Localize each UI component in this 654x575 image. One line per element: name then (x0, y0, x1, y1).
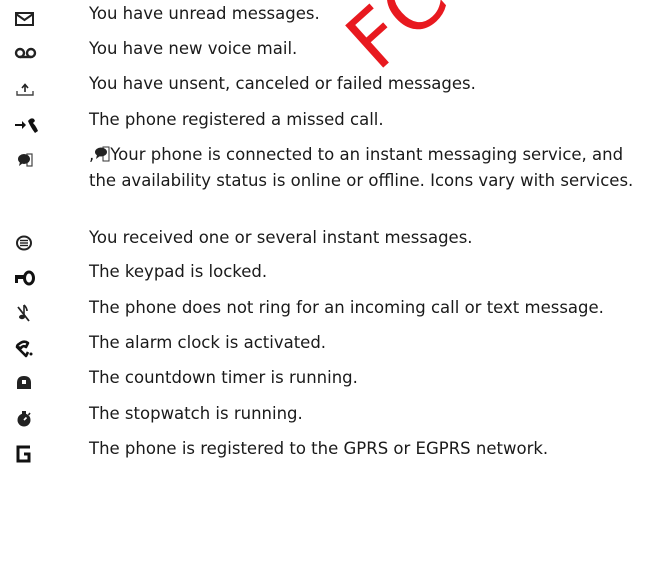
im-status-icon (14, 150, 42, 172)
indicator-text: You received one or several instant mess… (89, 228, 473, 247)
indicator-text: The phone does not ring for an incoming … (89, 298, 604, 317)
gprs-icon (14, 444, 42, 466)
indicator-text: The stopwatch is running. (89, 404, 303, 423)
indicator-text: The phone is registered to the GPRS or E… (89, 439, 549, 458)
countdown-timer-icon (14, 373, 42, 395)
outbox-icon (14, 79, 42, 101)
indicator-text: You have new voice mail. (89, 39, 298, 58)
im-online-icon (94, 145, 110, 169)
alarm-clock-icon (14, 338, 42, 360)
indicator-text: You have unsent, canceled or failed mess… (89, 74, 476, 93)
indicator-text: The countdown timer is running. (89, 368, 358, 387)
instant-message-icon (14, 233, 42, 255)
indicator-text: The alarm clock is activated. (89, 333, 327, 352)
missed-call-icon (14, 114, 42, 136)
indicator-text: The keypad is locked. (89, 262, 268, 281)
indicator-text: , Your phone is connected to an instant m… (89, 145, 634, 190)
indicator-text: You have unread messages. (89, 4, 320, 23)
envelope-icon (14, 9, 42, 31)
keypad-lock-icon (14, 268, 42, 290)
silent-icon (14, 302, 42, 324)
stopwatch-icon (14, 409, 42, 431)
indicator-text: The phone registered a missed call. (89, 110, 384, 129)
voicemail-icon (14, 44, 42, 66)
